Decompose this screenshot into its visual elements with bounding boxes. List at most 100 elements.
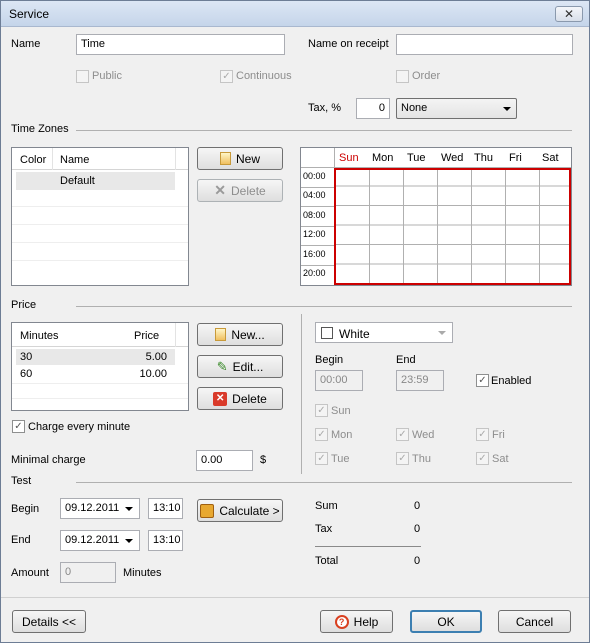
hour-label: 20:00	[303, 268, 326, 278]
end-label: End	[396, 354, 416, 366]
delete-zone-button[interactable]: ✕ Delete	[197, 179, 283, 202]
name-input[interactable]: Time	[76, 34, 285, 55]
hour-label: 04:00	[303, 190, 326, 200]
zone-name: Default	[60, 175, 95, 187]
fri-label: Fri	[492, 429, 505, 441]
sat-label: Sat	[492, 453, 509, 465]
divider	[76, 130, 572, 131]
thu-checkbox[interactable]: ✓	[396, 452, 409, 465]
tax-result-label: Tax	[315, 523, 333, 535]
new-zone-button[interactable]: New	[197, 147, 283, 170]
list-header: Minutes Price	[12, 323, 188, 347]
cancel-button[interactable]: Cancel	[498, 610, 571, 633]
chevron-down-icon	[438, 331, 446, 335]
end-date-picker[interactable]: 09.12.2011	[60, 530, 140, 551]
wed-checkbox[interactable]: ✓	[396, 428, 409, 441]
total-value: 0	[414, 555, 421, 567]
begin-time-input[interactable]: 00:00	[315, 370, 363, 391]
order-checkbox[interactable]	[396, 70, 409, 83]
continuous-checkbox[interactable]: ✓	[220, 70, 233, 83]
amount-input[interactable]: 0	[60, 562, 116, 583]
color-select[interactable]: White	[315, 322, 453, 343]
day-header-sat: Sat	[542, 152, 559, 164]
delete-icon: ✕	[214, 182, 227, 198]
color-value: White	[339, 327, 370, 341]
delete-price-button[interactable]: ✕ Delete	[197, 387, 283, 410]
new-price-button[interactable]: New...	[197, 323, 283, 346]
divider	[76, 482, 572, 483]
table-row[interactable]: 30 5.00	[16, 349, 175, 365]
pencil-icon: ✎	[216, 358, 228, 374]
tax-select-value: None	[401, 102, 428, 114]
row-minutes: 60	[20, 368, 33, 380]
enabled-checkbox[interactable]: ✓	[476, 374, 489, 387]
end-time-input[interactable]: 23:59	[396, 370, 444, 391]
order-label: Order	[412, 70, 441, 82]
begin-time-field[interactable]: 13:10	[148, 498, 183, 519]
charge-every-minute-checkbox[interactable]: ✓	[12, 420, 25, 433]
minimal-charge-label: Minimal charge	[11, 454, 86, 466]
delete-icon: ✕	[213, 391, 228, 406]
sum-label: Sum	[315, 500, 338, 512]
help-button[interactable]: ? Help	[320, 610, 393, 633]
begin-date-picker[interactable]: 09.12.2011	[60, 498, 140, 519]
tax-input[interactable]: 0	[356, 98, 390, 119]
ok-button[interactable]: OK	[410, 610, 482, 633]
column-header-color: Color	[20, 154, 47, 166]
public-checkbox[interactable]	[76, 70, 89, 83]
receipt-name-input[interactable]	[396, 34, 573, 55]
close-icon: ✕	[563, 7, 575, 21]
mon-checkbox[interactable]: ✓	[315, 428, 328, 441]
minutes-label: Minutes	[123, 567, 162, 579]
sum-value: 0	[414, 500, 421, 512]
price-list[interactable]: Minutes Price 30 5.00 60 10.00	[11, 322, 189, 411]
sun-checkbox[interactable]: ✓	[315, 404, 328, 417]
end-time-field[interactable]: 13:10	[148, 530, 183, 551]
begin-label: Begin	[315, 354, 344, 366]
tue-label: Tue	[331, 453, 350, 465]
total-label: Total	[315, 555, 339, 567]
hour-label: 16:00	[303, 249, 326, 259]
tax-result-value: 0	[414, 523, 421, 535]
thu-label: Thu	[412, 453, 431, 465]
schedule-grid[interactable]: Sun Mon Tue Wed Thu Fri Sat 00:00 04:00 …	[300, 147, 572, 286]
vertical-divider	[301, 314, 302, 474]
new-document-icon	[215, 328, 227, 341]
sun-label: Sun	[331, 405, 351, 417]
close-button[interactable]: ✕	[555, 6, 583, 22]
time-zones-heading: Time Zones	[11, 123, 69, 135]
table-row[interactable]: 60 10.00	[16, 366, 175, 382]
charge-every-minute-label: Charge every minute	[28, 421, 131, 433]
row-price: 5.00	[145, 351, 167, 363]
schedule-cells[interactable]	[334, 168, 571, 285]
day-header-thu: Thu	[474, 152, 493, 164]
amount-label: Amount	[11, 567, 49, 579]
edit-price-button[interactable]: ✎ Edit...	[197, 355, 283, 378]
color-swatch	[321, 327, 333, 339]
day-header-fri: Fri	[509, 152, 522, 164]
list-item[interactable]: Default	[16, 172, 175, 190]
sat-checkbox[interactable]: ✓	[476, 452, 489, 465]
continuous-label: Continuous	[236, 70, 292, 82]
name-label: Name	[11, 38, 41, 50]
details-button[interactable]: Details <<	[12, 610, 86, 633]
test-begin-label: Begin	[11, 503, 40, 515]
grid-header: Sun Mon Tue Wed Thu Fri Sat	[301, 148, 571, 168]
footer-divider	[1, 597, 589, 598]
minimal-charge-input[interactable]: 0.00	[196, 450, 253, 471]
fri-checkbox[interactable]: ✓	[476, 428, 489, 441]
divider	[76, 306, 572, 307]
tax-select[interactable]: None	[396, 98, 517, 119]
hour-label: 00:00	[303, 171, 326, 181]
day-header-wed: Wed	[441, 152, 464, 164]
calculate-button[interactable]: Calculate >	[197, 499, 283, 522]
mon-label: Mon	[331, 429, 353, 441]
tue-checkbox[interactable]: ✓	[315, 452, 328, 465]
column-header-name: Name	[60, 154, 90, 166]
calculator-icon	[200, 503, 215, 518]
test-end-label: End	[11, 534, 31, 546]
window-title: Service	[9, 7, 50, 21]
time-zones-list[interactable]: Color Name Default	[11, 147, 189, 286]
tax-label: Tax, %	[308, 102, 342, 114]
day-header-sun: Sun	[339, 152, 359, 164]
